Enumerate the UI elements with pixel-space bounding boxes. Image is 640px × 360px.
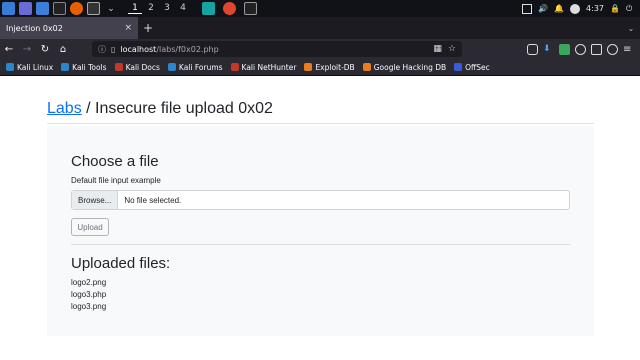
menu-icon[interactable]: ≡ — [623, 44, 634, 55]
file-input[interactable]: Browse... No file selected. — [71, 190, 570, 210]
bookmark-kali-linux[interactable]: Kali Linux — [6, 63, 53, 72]
kali-docs-icon — [114, 63, 123, 71]
url-bar[interactable]: ⓘ ▯ localhost/labs/f0x02.php ▦ ☆ — [92, 41, 462, 57]
extension-green-icon[interactable] — [559, 43, 570, 55]
web-page: Labs / Insecure file upload 0x02 Choose … — [0, 76, 640, 360]
breadcrumb-labs-link[interactable]: Labs — [47, 100, 82, 117]
choose-file-heading: Choose a file — [71, 153, 159, 170]
qr-code-icon[interactable]: ▦ — [433, 44, 442, 54]
google-hacking-db-icon — [362, 63, 371, 71]
bookmark-offsec[interactable]: OffSec — [454, 63, 490, 72]
file-manager-icon[interactable] — [36, 2, 49, 15]
url-host: localhost — [120, 44, 157, 54]
upload-button[interactable]: Upload — [71, 218, 109, 236]
bookmark-star-icon[interactable]: ☆ — [448, 44, 456, 54]
site-info-icon[interactable]: ⓘ — [98, 44, 106, 55]
forward-icon[interactable]: → — [18, 40, 36, 58]
extension-icon[interactable] — [591, 43, 602, 55]
pocket-icon[interactable] — [527, 43, 538, 55]
file-input-label: Default file input example — [71, 176, 161, 185]
bookmark-kali-forums[interactable]: Kali Forums — [167, 63, 223, 72]
list-item: logo3.png — [71, 302, 107, 311]
workspace-4[interactable]: 4 — [176, 3, 190, 14]
breadcrumb: Labs / Insecure file upload 0x02 — [47, 100, 273, 118]
navigation-bar: ← → ↻ ⌂ ⓘ ▯ localhost/labs/f0x02.php ▦ ☆… — [0, 39, 640, 59]
workspace-3[interactable]: 3 — [160, 3, 174, 14]
bookmark-kali-nethunter[interactable]: Kali NetHunter — [230, 63, 296, 72]
extensions-menu-icon[interactable] — [607, 43, 618, 55]
list-item: logo3.php — [71, 290, 107, 299]
section-divider — [71, 244, 570, 245]
bookmark-exploit-db[interactable]: Exploit-DB — [304, 63, 355, 72]
tab-strip: Injection 0x02 × + ⌄ — [0, 17, 640, 39]
volume-icon[interactable]: 🔊 — [538, 4, 548, 14]
firefox-icon[interactable] — [70, 2, 83, 15]
uploaded-files-list: logo2.png logo3.php logo3.png — [71, 277, 106, 313]
reload-icon[interactable]: ↻ — [36, 40, 54, 58]
bookmark-kali-tools[interactable]: Kali Tools — [61, 63, 107, 72]
workspace-switcher: 1 2 3 4 — [128, 3, 190, 14]
firefox-window-icon[interactable] — [223, 2, 236, 15]
new-tab-button[interactable]: + — [138, 17, 158, 39]
kali-forums-icon — [167, 63, 176, 71]
browse-button[interactable]: Browse... — [72, 191, 119, 209]
upload-card: Choose a file Default file input example… — [47, 126, 594, 336]
no-file-text: No file selected. — [124, 195, 182, 205]
notifications-icon[interactable]: 🔔 — [554, 4, 564, 14]
bookmark-kali-docs[interactable]: Kali Docs — [114, 63, 160, 72]
home-icon[interactable]: ⌂ — [54, 40, 72, 58]
apps-dropdown-icon[interactable]: ⌄ — [104, 4, 118, 14]
bookmarks-bar: Kali Linux Kali Tools Kali Docs Kali For… — [0, 59, 640, 76]
offsec-icon — [454, 63, 463, 71]
terminal-app-icon[interactable] — [53, 2, 66, 15]
list-tabs-icon[interactable]: ⌄ — [622, 17, 640, 39]
tab-injection[interactable]: Injection 0x02 × — [0, 17, 138, 39]
list-item: logo2.png — [71, 278, 107, 287]
url-path: /labs/f0x02.php — [156, 44, 219, 54]
header-divider — [47, 123, 594, 124]
account-icon[interactable] — [575, 43, 586, 55]
workspace-1[interactable]: 1 — [128, 3, 142, 14]
back-icon[interactable]: ← — [0, 40, 18, 58]
clock[interactable]: 4:37 — [586, 4, 604, 13]
tab-title: Injection 0x02 — [6, 23, 63, 33]
lock-icon[interactable]: 🔒 — [610, 4, 620, 14]
workspace-2[interactable]: 2 — [144, 3, 158, 14]
terminal-icon[interactable] — [87, 2, 100, 15]
kali-menu-icon[interactable] — [2, 2, 15, 15]
burp-window-icon[interactable] — [202, 2, 215, 15]
breadcrumb-separator: / — [81, 100, 96, 117]
page-title: Insecure file upload 0x02 — [95, 100, 273, 117]
logout-icon[interactable]: ⏻ — [626, 4, 636, 14]
kali-linux-icon — [6, 63, 14, 71]
terminal-window-icon[interactable] — [244, 2, 257, 15]
kali-nethunter-icon — [230, 63, 239, 71]
bookmark-google-hacking-db[interactable]: Google Hacking DB — [362, 63, 446, 72]
downloads-icon[interactable]: ⬇ — [543, 44, 554, 55]
page-icon: ▯ — [111, 44, 116, 54]
uploaded-files-heading: Uploaded files: — [71, 255, 171, 272]
power-manager-icon[interactable] — [570, 3, 581, 14]
show-desktop-icon[interactable] — [19, 2, 32, 15]
system-taskbar: ⌄ 1 2 3 4 🔊 🔔 4:37 🔒 ⏻ — [0, 0, 640, 17]
display-icon[interactable] — [522, 3, 533, 14]
exploit-db-icon — [304, 63, 313, 71]
kali-tools-icon — [61, 63, 70, 71]
close-tab-icon[interactable]: × — [124, 23, 132, 33]
